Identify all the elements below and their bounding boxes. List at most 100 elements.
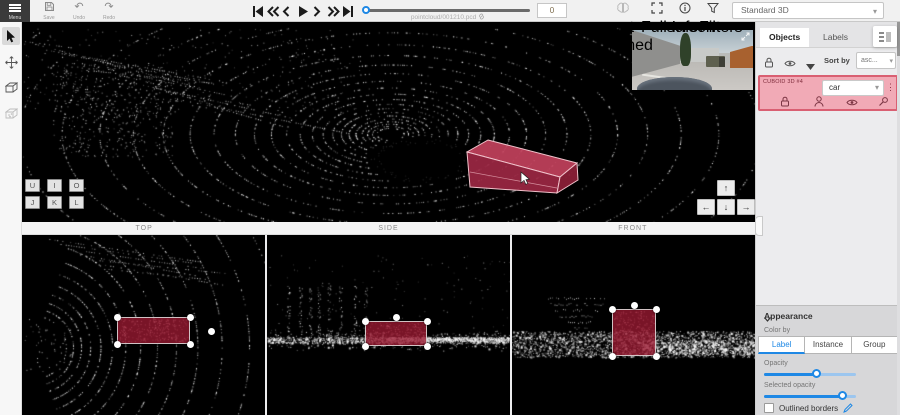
bbox-rotate-handle[interactable] xyxy=(631,302,638,309)
expand-all-button[interactable] xyxy=(806,57,815,75)
top-toolbar: Menu Save ↶ Undo ↷ Redo xyxy=(0,0,900,22)
save-label: Save xyxy=(36,15,62,21)
object-menu-button[interactable]: ⋮ xyxy=(886,82,895,93)
playback-controls xyxy=(252,3,354,19)
pin-icon xyxy=(878,96,889,107)
pan-down-button[interactable]: ↓ xyxy=(717,199,735,215)
panel-layout-toggle-button[interactable] xyxy=(873,26,897,47)
tab-labels[interactable]: Labels xyxy=(814,28,857,47)
play-button[interactable] xyxy=(297,5,309,18)
fast-backward-button[interactable] xyxy=(267,5,279,18)
right-panel: Objects Labels Sort by asc... ▾ CUBOID 3… xyxy=(755,22,900,415)
opacity-slider-thumb[interactable] xyxy=(812,369,821,378)
redo-icon: ↷ xyxy=(96,1,122,14)
not-trained-button[interactable]: not trained xyxy=(604,0,642,22)
bbox-handle[interactable] xyxy=(362,343,369,350)
rotate-key-k[interactable]: K xyxy=(47,196,62,209)
pan-tool-button[interactable] xyxy=(2,53,20,71)
color-mode-instance-button[interactable]: Instance xyxy=(805,336,851,354)
selected-opacity-slider[interactable] xyxy=(764,395,856,398)
pencil-icon[interactable] xyxy=(843,403,853,413)
bbox-handle[interactable] xyxy=(362,318,369,325)
rotate-key-i[interactable]: I xyxy=(47,179,62,192)
bbox-handle[interactable] xyxy=(424,318,431,325)
ortho-label-strip: TOP SIDE FRONT xyxy=(22,222,755,235)
layout-icon xyxy=(879,32,891,42)
info-label: Info xyxy=(672,19,699,36)
object-author-button[interactable] xyxy=(814,94,824,112)
color-mode-group-button[interactable]: Group xyxy=(852,336,898,354)
object-pin-button[interactable] xyxy=(878,94,889,112)
save-button[interactable]: Save xyxy=(36,0,62,22)
pan-right-button[interactable]: → xyxy=(737,199,755,215)
opacity-label: Opacity xyxy=(764,360,788,367)
previous-frame-button[interactable] xyxy=(282,5,294,18)
undo-button[interactable]: ↶ Undo xyxy=(66,0,92,22)
lock-all-button[interactable] xyxy=(764,55,774,73)
next-frame-button[interactable] xyxy=(312,5,324,18)
color-by-label: Color by xyxy=(764,327,790,334)
opacity-slider[interactable] xyxy=(764,373,856,376)
skip-first-button[interactable] xyxy=(252,5,264,18)
pan-left-button[interactable]: ← xyxy=(697,199,715,215)
redo-label: Redo xyxy=(96,15,122,21)
move-icon xyxy=(5,56,18,69)
timeline-slider[interactable] xyxy=(366,9,530,12)
bbox-handle[interactable] xyxy=(653,353,660,360)
top-view-bbox[interactable] xyxy=(117,317,190,344)
preview-tree xyxy=(680,33,691,66)
object-visibility-button[interactable] xyxy=(846,94,858,112)
visibility-all-button[interactable] xyxy=(784,55,796,73)
menu-button[interactable]: Menu xyxy=(0,0,30,22)
skip-last-button[interactable] xyxy=(342,5,354,18)
bbox-handle[interactable] xyxy=(187,314,194,321)
link-icon xyxy=(478,13,485,20)
select-tool-button[interactable] xyxy=(2,27,20,45)
rotate-key-l[interactable]: L xyxy=(69,196,84,209)
preview-truck xyxy=(706,56,725,67)
object-row-car[interactable]: CUBOID 3D #4 car ▾ ⋮ xyxy=(758,75,898,111)
fullscreen-icon xyxy=(651,2,663,14)
appearance-section: Appearance Color by Label Instance Group… xyxy=(756,305,900,415)
cuboid-points-tool-button[interactable] xyxy=(2,105,20,123)
bbox-handle[interactable] xyxy=(609,353,616,360)
selected-opacity-slider-thumb[interactable] xyxy=(838,391,847,400)
pan-up-button[interactable]: ↑ xyxy=(717,180,735,196)
top-ortho-view[interactable] xyxy=(22,235,265,415)
cuboid-tool-button[interactable] xyxy=(2,79,20,97)
bbox-handle[interactable] xyxy=(424,343,431,350)
opacity-slider-fill xyxy=(764,373,817,376)
info-button[interactable]: Info xyxy=(671,0,699,22)
bbox-handle[interactable] xyxy=(609,306,616,313)
fast-forward-button[interactable] xyxy=(327,5,339,18)
front-ortho-view[interactable] xyxy=(512,235,755,415)
panel-resize-handle[interactable] xyxy=(755,216,763,236)
side-ortho-view[interactable] xyxy=(267,235,510,415)
bbox-handle[interactable] xyxy=(114,341,121,348)
bbox-handle[interactable] xyxy=(187,341,194,348)
sort-order-select[interactable]: asc... ▾ xyxy=(856,52,896,69)
cuboid-icon xyxy=(5,82,18,94)
outlined-borders-checkbox[interactable] xyxy=(764,403,774,413)
front-view-bbox[interactable] xyxy=(612,309,656,356)
tab-objects[interactable]: Objects xyxy=(760,28,809,47)
side-view-bbox[interactable] xyxy=(365,321,427,346)
caret-down-icon xyxy=(806,64,815,70)
bbox-handle[interactable] xyxy=(114,314,121,321)
filter-icon xyxy=(707,2,719,14)
bbox-rotate-handle[interactable] xyxy=(393,314,400,321)
bbox-rotate-handle[interactable] xyxy=(208,328,215,335)
rotate-key-o[interactable]: O xyxy=(69,179,84,192)
redo-button[interactable]: ↷ Redo xyxy=(96,0,122,22)
frame-number-input[interactable] xyxy=(537,3,567,18)
object-lock-button[interactable] xyxy=(780,94,790,112)
filters-button[interactable]: Filters xyxy=(699,0,727,22)
eye-icon xyxy=(784,59,796,68)
color-mode-label-button[interactable]: Label xyxy=(758,336,805,354)
rotate-key-u[interactable]: U xyxy=(25,179,40,192)
view-mode-select[interactable]: Standard 3D ▾ xyxy=(732,2,884,19)
fullscreen-button[interactable]: Fullscreen xyxy=(641,0,673,22)
chevron-down-icon[interactable] xyxy=(764,317,771,322)
bbox-handle[interactable] xyxy=(653,306,660,313)
rotate-key-j[interactable]: J xyxy=(25,196,40,209)
